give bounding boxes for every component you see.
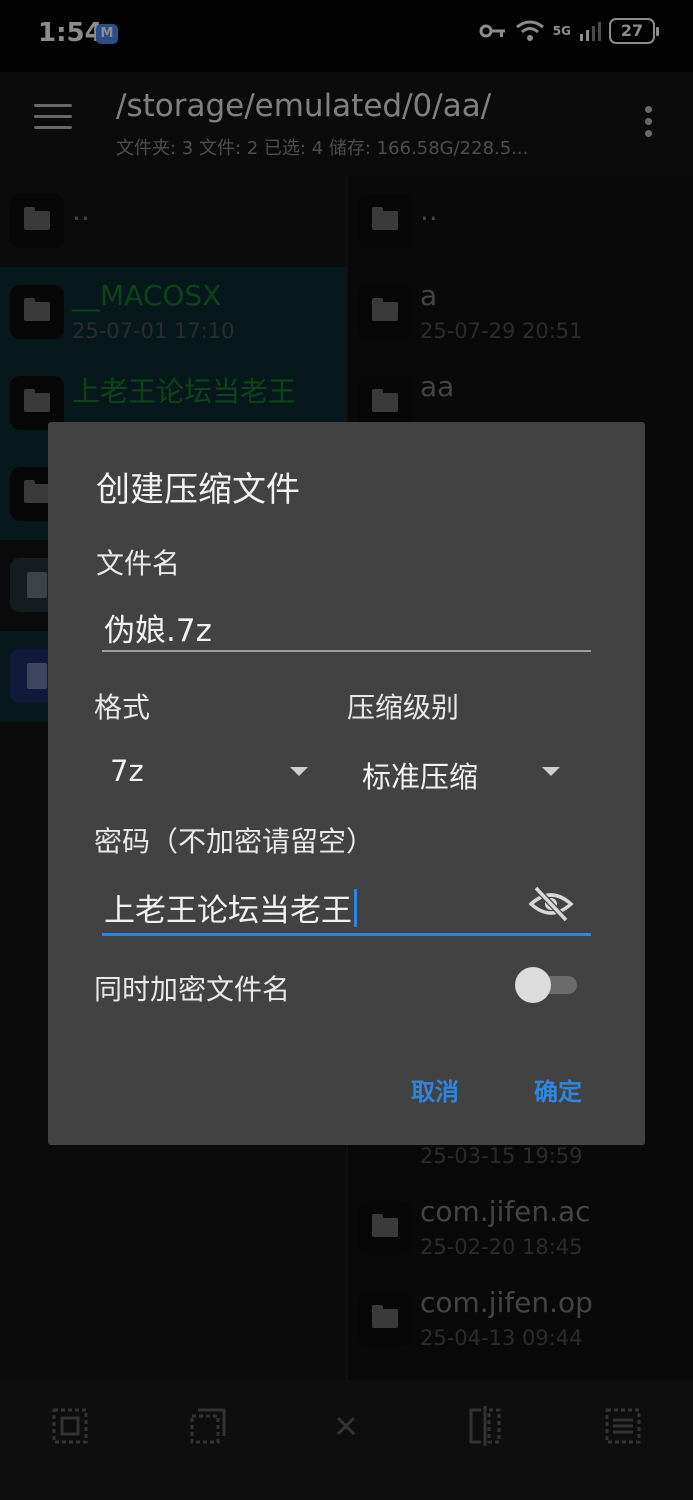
dialog-title: 创建压缩文件 [96, 470, 300, 510]
encrypt-filenames-toggle[interactable] [515, 967, 579, 1003]
chevron-down-icon[interactable] [542, 767, 560, 776]
encrypt-filenames-label: 同时加密文件名 [94, 973, 291, 1006]
format-label: 格式 [94, 691, 151, 724]
compression-level-select[interactable]: 标准压缩 [362, 754, 478, 796]
compression-level-label: 压缩级别 [347, 691, 460, 724]
chevron-down-icon[interactable] [290, 767, 308, 776]
cancel-button[interactable]: 取消 [411, 1072, 459, 1107]
password-underline [102, 933, 591, 936]
password-label: 密码（不加密请留空） [94, 825, 375, 858]
filename-input[interactable]: 伪娘.7z [104, 605, 212, 650]
eye-off-icon[interactable] [528, 884, 574, 924]
format-select[interactable]: 7z [110, 754, 144, 788]
create-archive-dialog: 创建压缩文件 文件名 伪娘.7z 格式 压缩级别 7z 标准压缩 密码（不加密请… [48, 422, 645, 1145]
ok-button[interactable]: 确定 [534, 1072, 582, 1107]
filename-underline [102, 650, 591, 652]
password-input[interactable]: 上老王论坛当老王 [104, 885, 357, 930]
text-cursor [354, 889, 357, 927]
filename-label: 文件名 [96, 547, 181, 580]
password-text: 上老王论坛当老王 [104, 893, 352, 929]
